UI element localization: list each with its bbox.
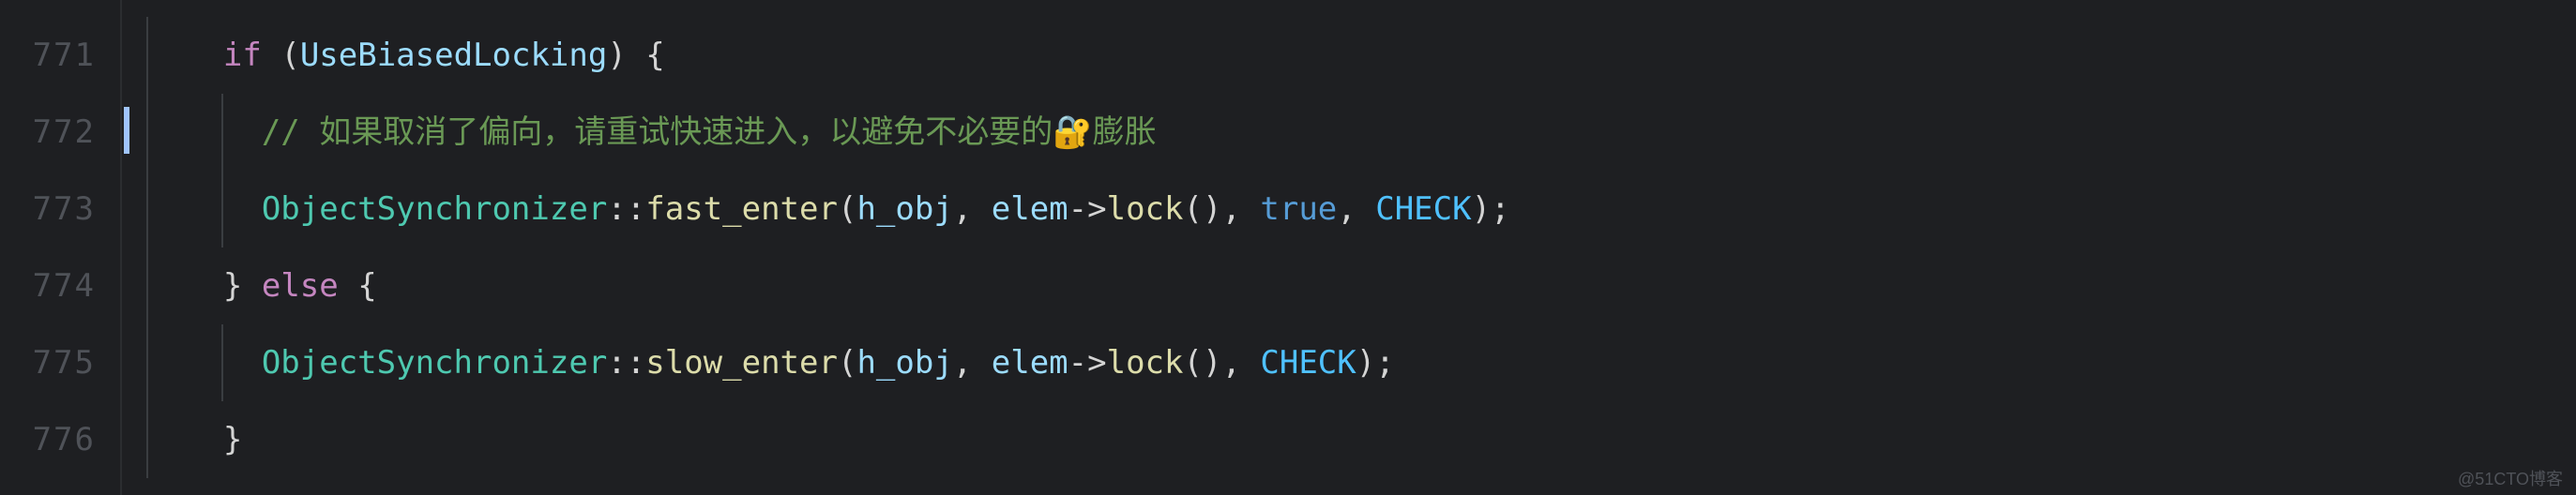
brace-close: }	[223, 424, 242, 456]
space	[339, 270, 357, 302]
indent	[146, 193, 262, 225]
code-line[interactable]: ObjectSynchronizer :: fast_enter ( h_obj…	[122, 171, 2576, 248]
type-name: ObjectSynchronizer	[262, 193, 607, 225]
arrow-op: ->	[1068, 347, 1107, 379]
paren-close: )	[1356, 347, 1375, 379]
code-line[interactable]: if ( UseBiasedLocking ) {	[122, 17, 2576, 94]
code-line[interactable]: } else {	[122, 248, 2576, 324]
identifier: UseBiasedLocking	[300, 39, 608, 71]
semicolon: ;	[1375, 347, 1394, 379]
arg: elem	[992, 193, 1068, 225]
arg: h_obj	[856, 347, 952, 379]
comma: ,	[953, 193, 992, 225]
comma: ,	[1221, 347, 1260, 379]
code-line[interactable]: }	[122, 401, 2576, 478]
paren-close: )	[1472, 193, 1491, 225]
comment: // 如果取消了偏向，请重试快速进入，以避免不必要的🔐膨胀	[262, 116, 1157, 148]
code-editor[interactable]: 771 772 773 774 775 776 if ( UseBiasedLo…	[0, 0, 2576, 495]
indent	[146, 347, 262, 379]
arg: elem	[992, 347, 1068, 379]
comma: ,	[1221, 193, 1260, 225]
parens: ()	[1183, 193, 1221, 225]
brace-close: }	[223, 270, 242, 302]
paren-open: (	[838, 193, 856, 225]
function-name: slow_enter	[645, 347, 838, 379]
indent	[146, 270, 223, 302]
macro: CHECK	[1260, 347, 1356, 379]
line-number: 772	[0, 94, 120, 171]
indent	[146, 424, 223, 456]
space	[242, 270, 261, 302]
brace-open: {	[645, 39, 664, 71]
parens: ()	[1183, 347, 1221, 379]
scope-sep: ::	[607, 193, 645, 225]
indent	[146, 39, 223, 71]
arrow-op: ->	[1068, 193, 1107, 225]
paren-open: (	[838, 347, 856, 379]
method-name: lock	[1107, 193, 1184, 225]
code-area[interactable]: if ( UseBiasedLocking ) { // 如果取消了偏向，请重试…	[122, 0, 2576, 495]
arg: h_obj	[856, 193, 952, 225]
brace-open: {	[357, 270, 376, 302]
function-name: fast_enter	[645, 193, 838, 225]
keyword-if: if	[223, 39, 262, 71]
line-number: 776	[0, 401, 120, 478]
code-line[interactable]: ObjectSynchronizer :: slow_enter ( h_obj…	[122, 324, 2576, 401]
scope-sep: ::	[607, 347, 645, 379]
paren-close: )	[607, 39, 626, 71]
code-line[interactable]: // 如果取消了偏向，请重试快速进入，以避免不必要的🔐膨胀	[122, 94, 2576, 171]
line-number: 771	[0, 17, 120, 94]
line-number: 775	[0, 324, 120, 401]
indent	[146, 116, 262, 148]
bool-literal: true	[1260, 193, 1337, 225]
macro: CHECK	[1375, 193, 1471, 225]
line-number: 774	[0, 248, 120, 324]
semicolon: ;	[1491, 193, 1509, 225]
space	[627, 39, 645, 71]
space	[262, 39, 280, 71]
watermark: @51CTO博客	[2458, 471, 2563, 488]
line-number-gutter: 771 772 773 774 775 776	[0, 0, 122, 495]
paren-open: (	[280, 39, 299, 71]
keyword-else: else	[262, 270, 339, 302]
method-name: lock	[1107, 347, 1184, 379]
comma: ,	[1337, 193, 1375, 225]
comma: ,	[953, 347, 992, 379]
type-name: ObjectSynchronizer	[262, 347, 607, 379]
line-number: 773	[0, 171, 120, 248]
